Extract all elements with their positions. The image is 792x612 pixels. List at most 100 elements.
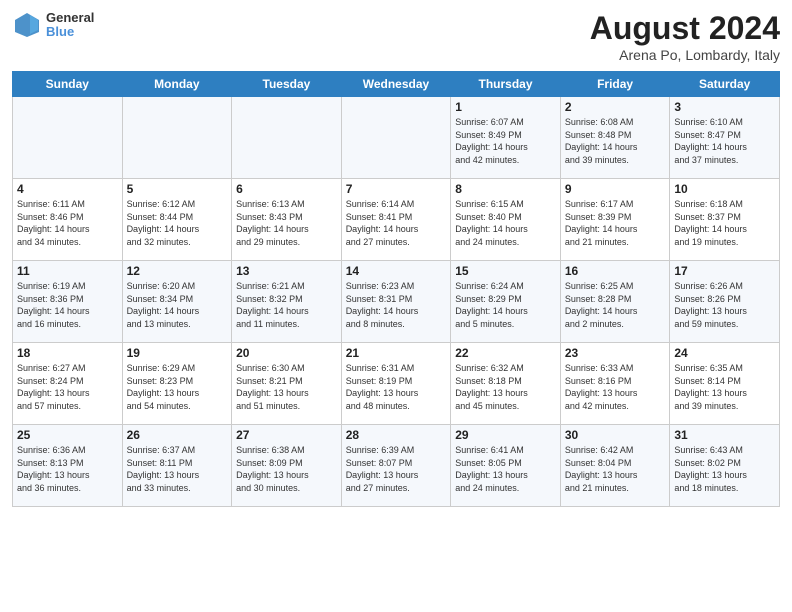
logo-icon — [12, 10, 42, 40]
weekday-header-thursday: Thursday — [451, 72, 561, 97]
calendar-cell: 22 Sunrise: 6:32 AMSunset: 8:18 PMDayligh… — [451, 343, 561, 425]
calendar-cell: 4Sunrise: 6:11 AMSunset: 8:46 PMDaylight… — [13, 179, 123, 261]
day-number: 31 — [674, 428, 775, 442]
day-number: 29 — [455, 428, 556, 442]
weekday-header-wednesday: Wednesday — [341, 72, 451, 97]
day-number: 11 — [17, 264, 118, 278]
day-number: 20 — [236, 346, 337, 360]
day-info: Sunrise: 6:33 AMSunset: 8:16 PMDaylight:… — [565, 362, 666, 412]
calendar-cell: 17 Sunrise: 6:26 AMSunset: 8:26 PMDayligh… — [670, 261, 780, 343]
day-info: Sunrise: 6:18 AMSunset: 8:37 PMDaylight:… — [674, 198, 775, 248]
calendar-cell: 6Sunrise: 6:13 AMSunset: 8:43 PMDaylight… — [232, 179, 342, 261]
calendar-cell: 9 Sunrise: 6:17 AMSunset: 8:39 PMDaylight… — [560, 179, 670, 261]
day-number: 17 — [674, 264, 775, 278]
day-info: Sunrise: 6:41 AMSunset: 8:05 PMDaylight:… — [455, 444, 556, 494]
day-info: Sunrise: 6:21 AMSunset: 8:32 PMDaylight:… — [236, 280, 337, 330]
day-info: Sunrise: 6:15 AMSunset: 8:40 PMDaylight:… — [455, 198, 556, 248]
day-number: 14 — [346, 264, 447, 278]
day-info: Sunrise: 6:39 AMSunset: 8:07 PMDaylight:… — [346, 444, 447, 494]
day-number: 15 — [455, 264, 556, 278]
day-number: 22 — [455, 346, 556, 360]
weekday-header-tuesday: Tuesday — [232, 72, 342, 97]
calendar-cell: 12 Sunrise: 6:20 AMSunset: 8:34 PMDayligh… — [122, 261, 232, 343]
day-info: Sunrise: 6:42 AMSunset: 8:04 PMDaylight:… — [565, 444, 666, 494]
day-number: 9 — [565, 182, 666, 196]
day-info: Sunrise: 6:30 AMSunset: 8:21 PMDaylight:… — [236, 362, 337, 412]
day-info: Sunrise: 6:31 AMSunset: 8:19 PMDaylight:… — [346, 362, 447, 412]
day-number: 27 — [236, 428, 337, 442]
calendar-cell: 16 Sunrise: 6:25 AMSunset: 8:28 PMDayligh… — [560, 261, 670, 343]
calendar-title: August 2024 — [590, 10, 780, 47]
day-number: 23 — [565, 346, 666, 360]
calendar-cell: 1 Sunrise: 6:07 AMSunset: 8:49 PMDaylight… — [451, 97, 561, 179]
logo-line2: Blue — [46, 25, 94, 39]
day-info: Sunrise: 6:32 AMSunset: 8:18 PMDaylight:… — [455, 362, 556, 412]
day-info: Sunrise: 6:26 AMSunset: 8:26 PMDaylight:… — [674, 280, 775, 330]
day-number: 18 — [17, 346, 118, 360]
day-info: Sunrise: 6:14 AMSunset: 8:41 PMDaylight:… — [346, 198, 447, 248]
calendar-cell: 11 Sunrise: 6:19 AMSunset: 8:36 PMDayligh… — [13, 261, 123, 343]
weekday-header-monday: Monday — [122, 72, 232, 97]
day-info: Sunrise: 6:17 AMSunset: 8:39 PMDaylight:… — [565, 198, 666, 248]
day-info: Sunrise: 6:38 AMSunset: 8:09 PMDaylight:… — [236, 444, 337, 494]
calendar-subtitle: Arena Po, Lombardy, Italy — [590, 47, 780, 63]
day-number: 25 — [17, 428, 118, 442]
week-row-1: 1 Sunrise: 6:07 AMSunset: 8:49 PMDaylight… — [13, 97, 780, 179]
title-block: August 2024 Arena Po, Lombardy, Italy — [590, 10, 780, 63]
calendar-cell: 24Sunrise: 6:35 AMSunset: 8:14 PMDayligh… — [670, 343, 780, 425]
day-info: Sunrise: 6:19 AMSunset: 8:36 PMDaylight:… — [17, 280, 118, 330]
logo-text: General Blue — [46, 11, 94, 40]
day-number: 16 — [565, 264, 666, 278]
calendar-cell: 25Sunrise: 6:36 AMSunset: 8:13 PMDayligh… — [13, 425, 123, 507]
calendar-cell: 13 Sunrise: 6:21 AMSunset: 8:32 PMDayligh… — [232, 261, 342, 343]
day-info: Sunrise: 6:11 AMSunset: 8:46 PMDaylight:… — [17, 198, 118, 248]
calendar-cell: 31 Sunrise: 6:43 AMSunset: 8:02 PMDayligh… — [670, 425, 780, 507]
day-info: Sunrise: 6:20 AMSunset: 8:34 PMDaylight:… — [127, 280, 228, 330]
day-number: 24 — [674, 346, 775, 360]
calendar-cell: 2 Sunrise: 6:08 AMSunset: 8:48 PMDaylight… — [560, 97, 670, 179]
day-info: Sunrise: 6:24 AMSunset: 8:29 PMDaylight:… — [455, 280, 556, 330]
logo: General Blue — [12, 10, 94, 40]
calendar-cell — [341, 97, 451, 179]
day-info: Sunrise: 6:23 AMSunset: 8:31 PMDaylight:… — [346, 280, 447, 330]
calendar-cell: 18Sunrise: 6:27 AMSunset: 8:24 PMDayligh… — [13, 343, 123, 425]
calendar-cell: 28 Sunrise: 6:39 AMSunset: 8:07 PMDayligh… — [341, 425, 451, 507]
calendar-cell: 8Sunrise: 6:15 AMSunset: 8:40 PMDaylight… — [451, 179, 561, 261]
day-number: 1 — [455, 100, 556, 114]
calendar-cell: 14 Sunrise: 6:23 AMSunset: 8:31 PMDayligh… — [341, 261, 451, 343]
header: General Blue August 2024 Arena Po, Lomba… — [12, 10, 780, 63]
calendar-cell — [232, 97, 342, 179]
day-number: 5 — [127, 182, 228, 196]
day-number: 2 — [565, 100, 666, 114]
day-info: Sunrise: 6:25 AMSunset: 8:28 PMDaylight:… — [565, 280, 666, 330]
day-number: 19 — [127, 346, 228, 360]
week-row-3: 11 Sunrise: 6:19 AMSunset: 8:36 PMDayligh… — [13, 261, 780, 343]
week-row-4: 18Sunrise: 6:27 AMSunset: 8:24 PMDayligh… — [13, 343, 780, 425]
calendar-cell: 3 Sunrise: 6:10 AMSunset: 8:47 PMDaylight… — [670, 97, 780, 179]
day-number: 7 — [346, 182, 447, 196]
day-info: Sunrise: 6:10 AMSunset: 8:47 PMDaylight:… — [674, 116, 775, 166]
day-info: Sunrise: 6:43 AMSunset: 8:02 PMDaylight:… — [674, 444, 775, 494]
day-number: 28 — [346, 428, 447, 442]
calendar-table: SundayMondayTuesdayWednesdayThursdayFrid… — [12, 71, 780, 507]
calendar-cell: 29 Sunrise: 6:41 AMSunset: 8:05 PMDayligh… — [451, 425, 561, 507]
calendar-cell: 15 Sunrise: 6:24 AMSunset: 8:29 PMDayligh… — [451, 261, 561, 343]
day-info: Sunrise: 6:08 AMSunset: 8:48 PMDaylight:… — [565, 116, 666, 166]
day-number: 30 — [565, 428, 666, 442]
week-row-5: 25Sunrise: 6:36 AMSunset: 8:13 PMDayligh… — [13, 425, 780, 507]
day-info: Sunrise: 6:07 AMSunset: 8:49 PMDaylight:… — [455, 116, 556, 166]
day-number: 10 — [674, 182, 775, 196]
calendar-cell: 19Sunrise: 6:29 AMSunset: 8:23 PMDayligh… — [122, 343, 232, 425]
day-number: 13 — [236, 264, 337, 278]
calendar-cell: 23 Sunrise: 6:33 AMSunset: 8:16 PMDayligh… — [560, 343, 670, 425]
day-number: 3 — [674, 100, 775, 114]
calendar-cell: 7 Sunrise: 6:14 AMSunset: 8:41 PMDaylight… — [341, 179, 451, 261]
calendar-cell: 5Sunrise: 6:12 AMSunset: 8:44 PMDaylight… — [122, 179, 232, 261]
calendar-cell — [122, 97, 232, 179]
day-number: 12 — [127, 264, 228, 278]
week-row-2: 4Sunrise: 6:11 AMSunset: 8:46 PMDaylight… — [13, 179, 780, 261]
calendar-cell: 27 Sunrise: 6:38 AMSunset: 8:09 PMDayligh… — [232, 425, 342, 507]
calendar-cell: 10 Sunrise: 6:18 AMSunset: 8:37 PMDayligh… — [670, 179, 780, 261]
calendar-cell: 20 Sunrise: 6:30 AMSunset: 8:21 PMDayligh… — [232, 343, 342, 425]
logo-line1: General — [46, 11, 94, 25]
